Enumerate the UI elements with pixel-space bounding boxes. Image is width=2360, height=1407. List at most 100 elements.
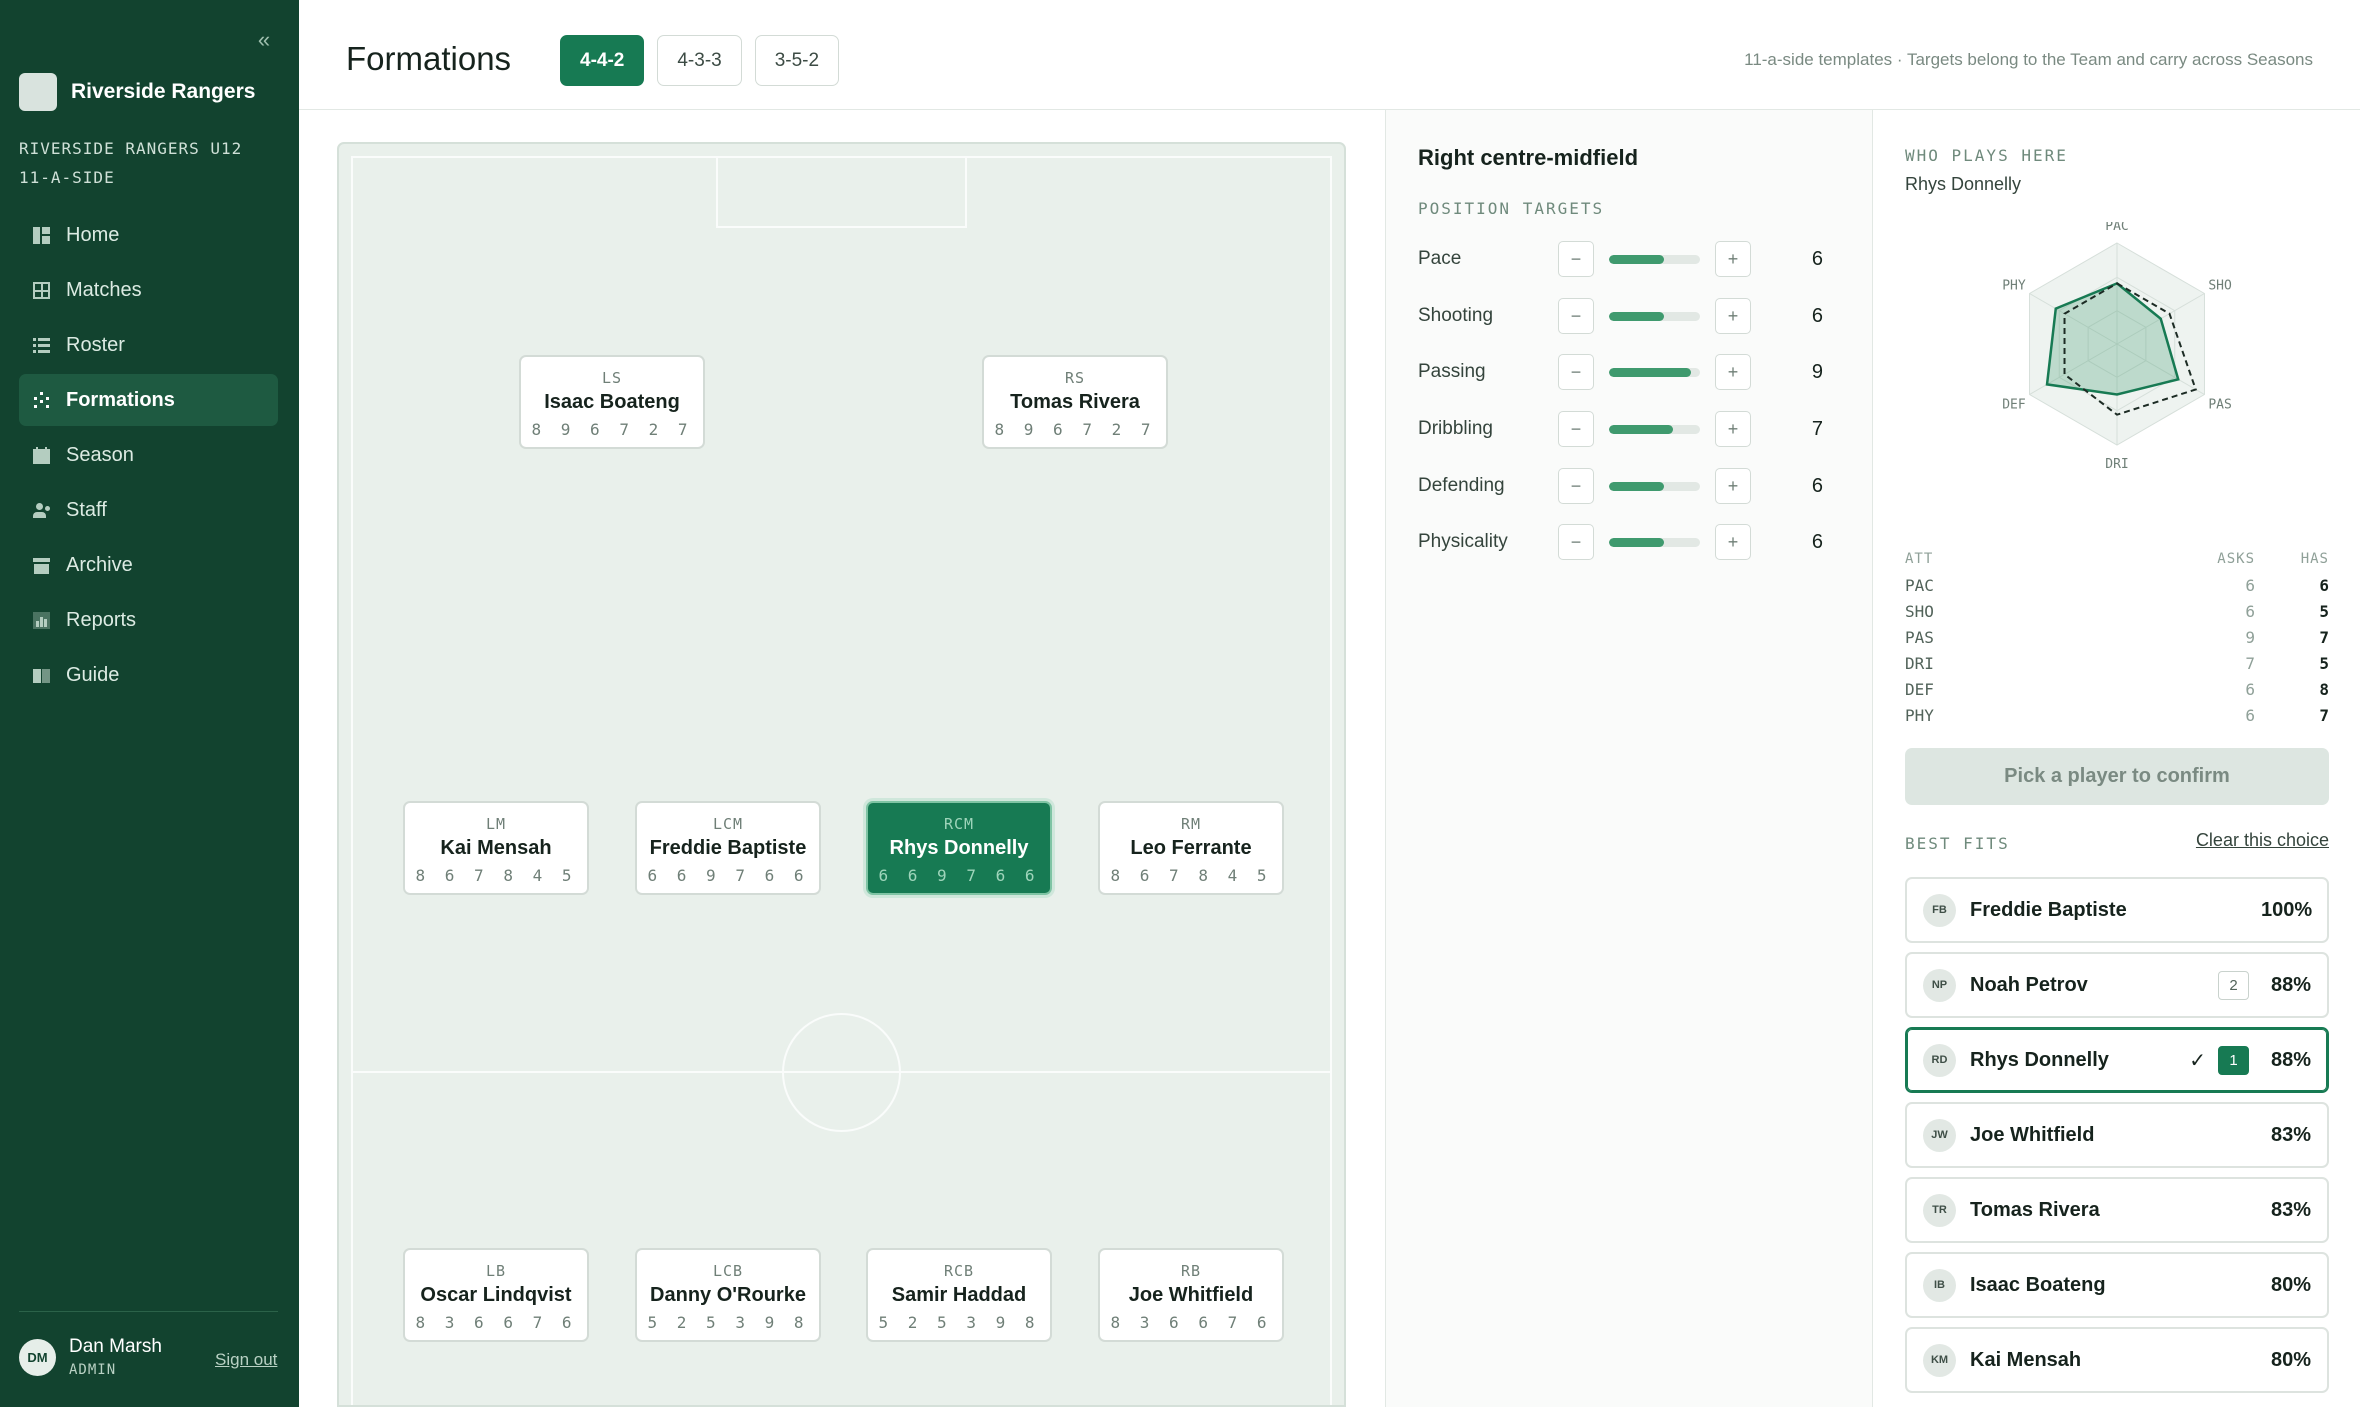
decrease-button[interactable]: − [1558, 468, 1594, 504]
increase-button[interactable]: + [1715, 411, 1751, 447]
tab-4-3-3[interactable]: 4-3-3 [657, 35, 742, 86]
attribute-row: PAC 6 6 [1905, 572, 2329, 598]
position-player: Kai Mensah [440, 837, 552, 859]
radar-axis-label: SHO [2208, 279, 2232, 294]
position-card-ls[interactable]: LS Isaac Boateng 8 9 6 7 2 7 [519, 355, 705, 449]
penalty-box [716, 156, 967, 228]
position-card-rb[interactable]: RB Joe Whitfield 8 3 6 6 7 6 [1098, 1248, 1284, 1342]
target-value: 6 [1811, 247, 1823, 270]
decrease-button[interactable]: − [1558, 241, 1594, 277]
sidebar-item-season[interactable]: Season [19, 429, 278, 481]
position-card-lb[interactable]: LB Oscar Lindqvist 8 3 6 6 7 6 [403, 1248, 589, 1342]
decrease-button[interactable]: − [1558, 298, 1594, 334]
position-card-rs[interactable]: RS Tomas Rivera 8 9 6 7 2 7 [982, 355, 1168, 449]
page-header: Formations 4-4-2 4-3-3 3-5-2 11-a-side t… [299, 0, 2360, 110]
increase-button[interactable]: + [1715, 241, 1751, 277]
collapse-sidebar-icon[interactable]: « [252, 28, 276, 52]
best-fit-item[interactable]: NP Noah Petrov 2 88% [1905, 952, 2329, 1018]
archive-icon [33, 557, 50, 574]
tab-3-5-2[interactable]: 3-5-2 [754, 35, 840, 86]
target-value: 6 [1811, 530, 1823, 553]
sidebar-nav: Home Matches Roster Formations Season St… [19, 209, 278, 704]
sidebar-item-roster[interactable]: Roster [19, 319, 278, 371]
att-name: PAS [1905, 627, 1934, 647]
position-player: Leo Ferrante [1130, 837, 1252, 859]
target-value: 6 [1811, 304, 1823, 327]
rank-badge[interactable]: 1 [2218, 1045, 2249, 1075]
position-targets-panel: Right centre-midfield POSITION TARGETS P… [1385, 110, 1873, 1407]
increase-button[interactable]: + [1715, 468, 1751, 504]
calendar-icon [33, 446, 50, 464]
att-has: 5 [2319, 653, 2329, 673]
roster-icon [33, 337, 50, 354]
best-fit-item[interactable]: KM Kai Mensah 80% [1905, 1327, 2329, 1393]
target-bar-fill [1609, 367, 1691, 377]
increase-button[interactable]: + [1715, 524, 1751, 560]
sidebar-item-staff[interactable]: Staff [19, 484, 278, 536]
target-label: Physicality [1418, 531, 1508, 552]
position-card-rm[interactable]: RM Leo Ferrante 8 6 7 8 4 5 [1098, 801, 1284, 895]
sidebar-item-guide[interactable]: Guide [19, 649, 278, 701]
best-fit-item[interactable]: JW Joe Whitfield 83% [1905, 1102, 2329, 1168]
position-card-rcm[interactable]: RCM Rhys Donnelly 6 6 9 7 6 6 [866, 801, 1052, 895]
sidebar-item-label: Reports [66, 608, 137, 631]
clear-choice-link[interactable]: Clear this choice [2196, 830, 2329, 851]
decrease-button[interactable]: − [1558, 354, 1594, 390]
sidebar-item-reports[interactable]: Reports [19, 594, 278, 646]
position-card-rcb[interactable]: RCB Samir Haddad 5 2 5 3 9 8 [866, 1248, 1052, 1342]
position-player: Freddie Baptiste [649, 837, 807, 859]
att-asks: 6 [2245, 679, 2255, 699]
increase-button[interactable]: + [1715, 298, 1751, 334]
tab-4-4-2[interactable]: 4-4-2 [560, 35, 645, 86]
decrease-button[interactable]: − [1558, 524, 1594, 560]
brand-logo [19, 73, 57, 111]
sidebar-item-label: Home [66, 223, 120, 246]
sidebar-item-matches[interactable]: Matches [19, 264, 278, 316]
rank-badge[interactable]: 2 [2218, 970, 2249, 1000]
position-player: Samir Haddad [891, 1284, 1027, 1306]
att-name: DRI [1905, 653, 1934, 673]
target-bar [1609, 254, 1700, 264]
sidebar-item-formations[interactable]: Formations [19, 374, 278, 426]
target-bar [1609, 481, 1700, 491]
col-asks: ASKS [2217, 551, 2255, 567]
reports-icon [33, 611, 50, 629]
position-title: Right centre-midfield [1418, 145, 1639, 170]
col-att: ATT [1905, 551, 1934, 567]
att-has: 5 [2319, 601, 2329, 621]
increase-button[interactable]: + [1715, 354, 1751, 390]
header-note: 11-a-side templates · Targets belong to … [1744, 50, 2313, 69]
user-profile: DM Dan Marsh ADMIN [19, 1336, 162, 1378]
att-has: 6 [2319, 575, 2329, 595]
sidebar-item-home[interactable]: Home [19, 209, 278, 261]
position-code: RCM [943, 815, 975, 833]
target-row-passing: Passing − + 9 [1418, 352, 1843, 392]
position-stats: 8 9 6 7 2 7 [994, 420, 1156, 439]
attribute-row: DRI 7 5 [1905, 650, 2329, 676]
att-name: PAC [1905, 575, 1934, 595]
best-fit-item[interactable]: TR Tomas Rivera 83% [1905, 1177, 2329, 1243]
brand[interactable]: Riverside Rangers [19, 73, 255, 111]
player-avatar: NP [1923, 968, 1956, 1002]
best-fit-item-selected[interactable]: RD Rhys Donnelly ✓ 1 88% [1905, 1027, 2329, 1093]
att-asks: 6 [2245, 575, 2255, 595]
who-plays-here-label: WHO PLAYS HERE [1905, 146, 2068, 165]
player-name: Noah Petrov [1970, 973, 2088, 996]
check-icon: ✓ [2189, 1049, 2206, 1072]
position-card-lcm[interactable]: LCM Freddie Baptiste 6 6 9 7 6 6 [635, 801, 821, 895]
sign-out-link[interactable]: Sign out [215, 1350, 277, 1370]
best-fit-item[interactable]: FB Freddie Baptiste 100% [1905, 877, 2329, 943]
position-player: Isaac Boateng [544, 391, 680, 413]
sidebar-item-label: Roster [66, 333, 125, 356]
target-value: 7 [1811, 417, 1823, 440]
decrease-button[interactable]: − [1558, 411, 1594, 447]
confirm-player-button[interactable]: Pick a player to confirm [1905, 748, 2329, 805]
target-label: Defending [1418, 475, 1505, 496]
sidebar-item-archive[interactable]: Archive [19, 539, 278, 591]
player-avatar: FB [1923, 893, 1956, 927]
best-fit-item[interactable]: IB Isaac Boateng 80% [1905, 1252, 2329, 1318]
user-role: ADMIN [69, 1362, 117, 1378]
position-card-lcb[interactable]: LCB Danny O'Rourke 5 2 5 3 9 8 [635, 1248, 821, 1342]
position-card-lm[interactable]: LM Kai Mensah 8 6 7 8 4 5 [403, 801, 589, 895]
target-bar [1609, 537, 1700, 547]
